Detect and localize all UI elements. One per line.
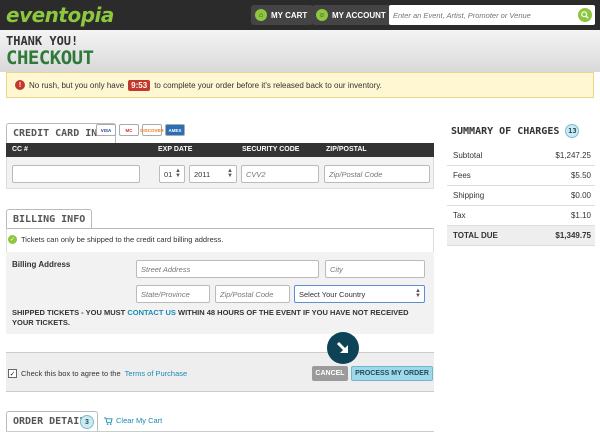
summary-row-subtotal: Subtotal $1,247.25 [447, 146, 595, 166]
summary-title: SUMMARY OF CHARGES 13 [451, 124, 580, 138]
country-value: Select Your Country [299, 289, 366, 299]
notice-text-before: No rush, but you only have [29, 80, 125, 90]
exp-year-value: 2011 [194, 169, 211, 179]
summary-value: $1,349.75 [555, 231, 591, 240]
agree-text: Check this box to agree to the [21, 369, 121, 378]
exp-year-select[interactable]: 2011 ▲ ▼ [189, 165, 237, 183]
user-icon: ☺ [316, 9, 328, 21]
exp-month-value: 01 [164, 169, 173, 179]
summary-value: $1.10 [570, 211, 591, 220]
card-logos: VISA MC DISCOVER AMEX [96, 124, 185, 136]
clear-cart-link[interactable]: Clear My Cart [104, 416, 162, 425]
col-zip-postal: ZIP/POSTAL [326, 146, 367, 153]
billing-address-label: Billing Address [12, 260, 71, 269]
countdown-timer: 9:53 [128, 79, 151, 91]
cc-number-input[interactable] [12, 165, 140, 183]
summary-label: Shipping [453, 191, 485, 200]
shipping-notice-text: Tickets can only be shipped to the credi… [21, 235, 224, 244]
my-account-label: MY ACCOUNT [332, 10, 386, 20]
country-select[interactable]: Select Your Country ▲ ▼ [294, 285, 425, 303]
my-cart-button[interactable]: ⌂ MY CART [251, 5, 314, 25]
summary-value: $0.00 [570, 191, 591, 200]
summary-row-fees: Fees $5.50 [447, 166, 595, 186]
clear-cart-label: Clear My Cart [116, 416, 163, 425]
summary-label: Tax [453, 211, 466, 220]
summary-label: Fees [453, 171, 471, 180]
summary-label: Subtotal [453, 151, 483, 160]
billing-zip-input[interactable]: Zip/Postal Code [215, 285, 290, 303]
state-province-input[interactable]: State/Province [136, 285, 210, 303]
cart-icon [104, 416, 113, 425]
summary-row-tax: Tax $1.10 [447, 206, 595, 226]
summary-row-shipping: Shipping $0.00 [447, 186, 595, 206]
col-cc-number: CC # [12, 146, 28, 153]
summary-title-text: SUMMARY OF CHARGES [451, 125, 560, 137]
order-count-badge: 3 [80, 415, 94, 429]
search-box [389, 5, 595, 25]
billing-info-tab: BILLING INFO [6, 209, 93, 229]
col-security-code: SECURITY CODE [242, 146, 300, 153]
thank-you-text: THANK YOU! [6, 34, 79, 48]
street-address-input[interactable]: Street Address [136, 260, 319, 278]
exp-month-select[interactable]: 01 ▲ ▼ [159, 165, 185, 183]
process-order-button[interactable]: PROCESS MY ORDER [351, 366, 433, 381]
warning-icon: ! [15, 80, 25, 90]
search-input[interactable] [393, 8, 575, 22]
eventopia-logo[interactable]: eventopia [6, 3, 114, 27]
city-input[interactable]: City [325, 260, 425, 278]
page-header: THANK YOU! CHECKOUT [0, 30, 600, 72]
shipped-note-pre: SHIPPED TICKETS - YOU MUST [12, 308, 126, 317]
search-icon [581, 11, 589, 19]
cart-icon: ⌂ [255, 9, 267, 21]
credit-card-table-header: CC # EXP DATE SECURITY CODE ZIP/POSTAL [6, 143, 434, 157]
contact-us-link[interactable]: CONTACT US [127, 308, 176, 317]
top-navigation-bar: eventopia ⌂ MY CART ☺ MY ACCOUNT [0, 0, 600, 30]
discover-icon: DISCOVER [140, 124, 164, 136]
summary-count-badge: 13 [565, 124, 580, 138]
chevron-updown-icon: ▲ ▼ [415, 288, 421, 299]
arrow-down-right-icon [327, 332, 359, 364]
terms-of-purchase-link[interactable]: Terms of Purchase [125, 369, 188, 378]
cc-zip-input[interactable]: Zip/Postal Code [324, 165, 430, 183]
check-icon: ✓ [8, 235, 17, 244]
my-cart-label: MY CART [271, 10, 308, 20]
my-account-button[interactable]: ☺ MY ACCOUNT [312, 5, 392, 25]
page-title: CHECKOUT [6, 47, 94, 69]
chevron-updown-icon: ▲ ▼ [227, 168, 233, 179]
amex-icon: AMEX [165, 124, 185, 136]
timer-notice: ! No rush, but you only have 9:53 to com… [6, 72, 594, 98]
summary-label: TOTAL DUE [453, 231, 498, 240]
summary-value: $1,247.25 [555, 151, 591, 160]
visa-icon: VISA [96, 124, 116, 136]
summary-table: Subtotal $1,247.25 Fees $5.50 Shipping $0.0… [447, 146, 595, 246]
mastercard-icon: MC [119, 124, 139, 136]
notice-text-after: to complete your order before it's relea… [154, 80, 382, 90]
col-exp-date: EXP DATE [158, 146, 193, 153]
search-button[interactable] [578, 8, 592, 22]
terms-agreement: ✓ Check this box to agree to the Terms o… [8, 369, 187, 378]
security-code-input[interactable]: CVV2 [241, 165, 319, 183]
cancel-button[interactable]: CANCEL [312, 366, 348, 381]
shipping-notice: ✓ Tickets can only be shipped to the cre… [8, 235, 223, 244]
shipped-tickets-note: SHIPPED TICKETS - YOU MUST CONTACT US WI… [12, 308, 432, 328]
summary-value: $5.50 [570, 171, 591, 180]
agree-checkbox[interactable]: ✓ [8, 369, 17, 378]
chevron-updown-icon: ▲ ▼ [175, 168, 181, 179]
summary-row-total: TOTAL DUE $1,349.75 [447, 226, 595, 246]
